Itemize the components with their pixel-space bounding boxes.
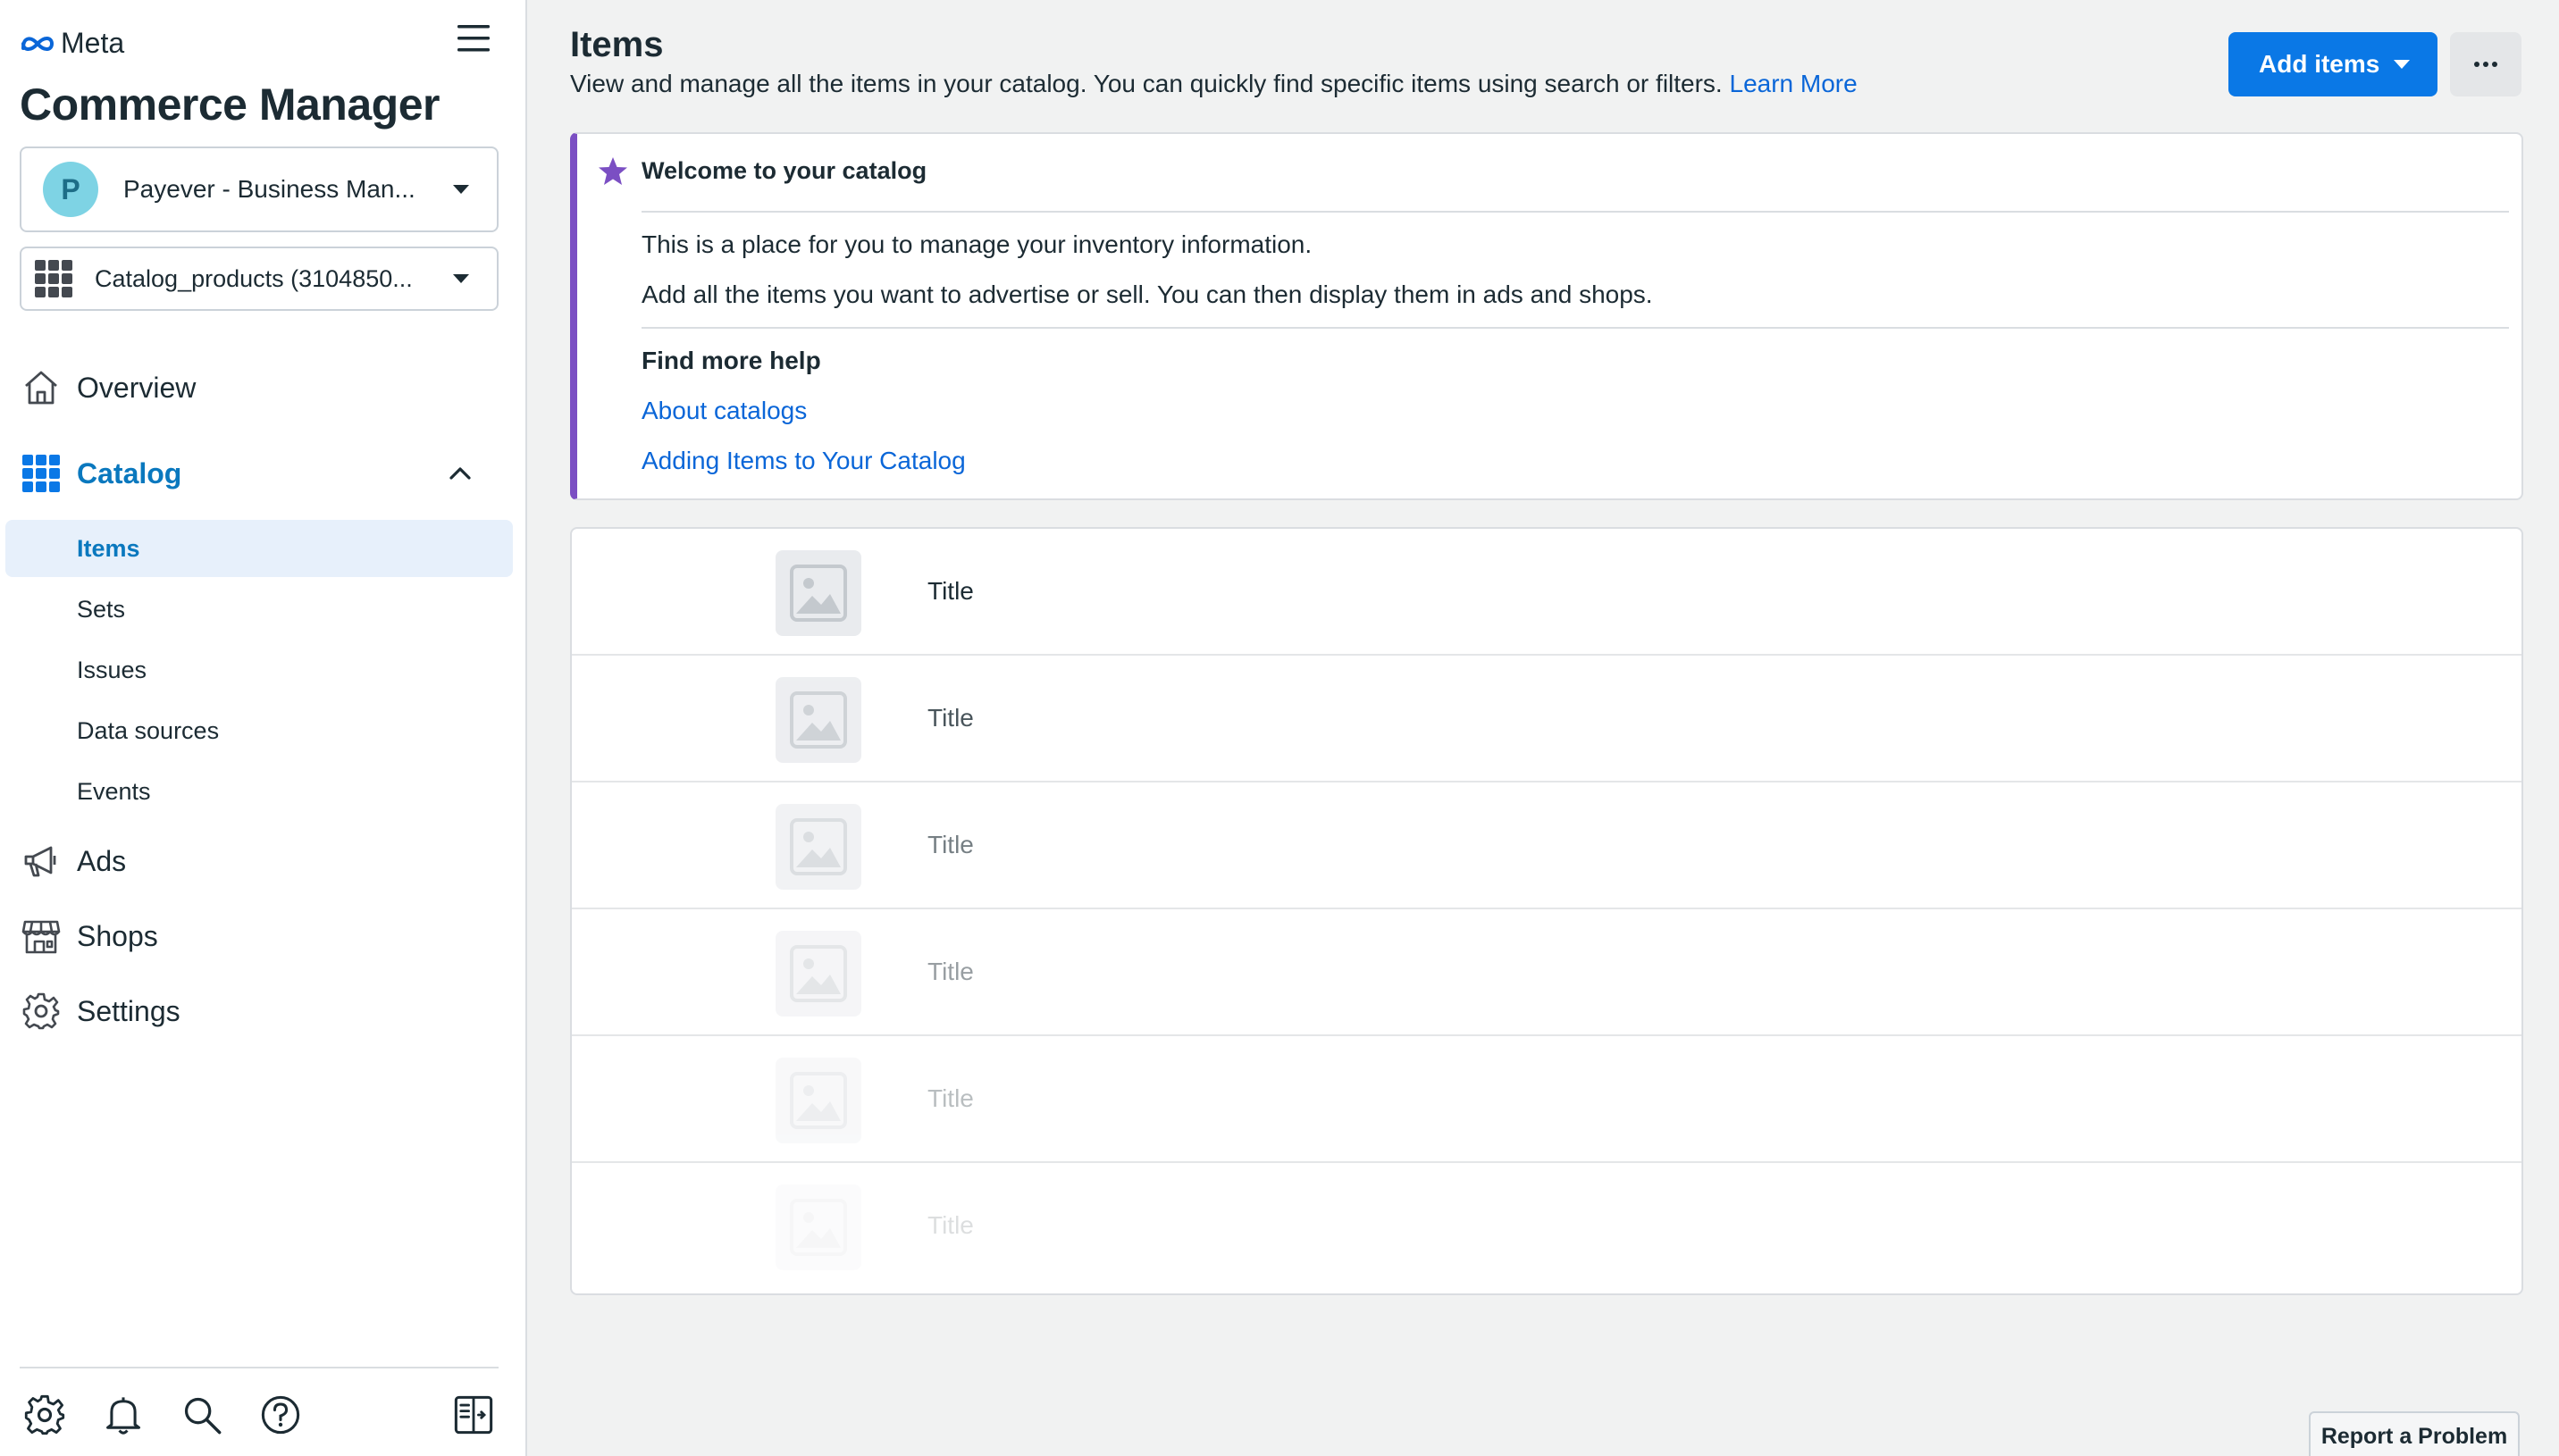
chevron-up-icon[interactable] <box>449 466 472 481</box>
list-item[interactable]: Title <box>572 529 2521 656</box>
gear-icon <box>22 992 60 1030</box>
caret-down-icon <box>453 185 469 194</box>
item-title: Title <box>927 704 974 732</box>
nav-shops-label: Shops <box>77 919 158 952</box>
home-icon <box>25 371 57 405</box>
welcome-line-2: Add all the items you want to advertise … <box>642 280 1653 308</box>
nav-ads[interactable]: Ads <box>0 834 527 888</box>
meta-infinity-icon <box>21 36 55 51</box>
item-title: Title <box>927 958 974 985</box>
sub-nav-items-label: Items <box>77 534 140 562</box>
add-items-button[interactable]: Add items <box>2228 32 2437 96</box>
main-content: Items View and manage all the items in y… <box>529 0 2559 1456</box>
list-item[interactable]: Title <box>572 1036 2521 1163</box>
image-placeholder-icon <box>790 691 847 749</box>
image-placeholder <box>776 550 861 636</box>
find-more-help-heading: Find more help <box>642 347 821 374</box>
image-placeholder-icon <box>790 565 847 622</box>
image-placeholder <box>776 804 861 890</box>
nav-catalog[interactable]: Catalog <box>0 447 527 500</box>
meta-logo[interactable]: Meta <box>20 27 124 60</box>
welcome-divider <box>642 327 2509 329</box>
item-title: Title <box>927 1084 974 1112</box>
nav-overview-label: Overview <box>77 371 197 404</box>
items-list: Title Title Title Title Title Title <box>570 527 2523 1295</box>
search-icon[interactable] <box>180 1393 223 1436</box>
page-description: View and manage all the items in your ca… <box>570 70 1858 98</box>
nav-shops[interactable]: Shops <box>0 909 527 963</box>
welcome-line-1: This is a place for you to manage your i… <box>642 230 1313 258</box>
image-placeholder <box>776 1058 861 1143</box>
brand-name: Meta <box>61 27 125 59</box>
add-items-label: Add items <box>2259 50 2380 78</box>
business-selector[interactable]: P Payever - Business Man... <box>20 146 499 232</box>
business-selector-label: Payever - Business Man... <box>123 175 415 203</box>
welcome-title: Welcome to your catalog <box>642 157 927 184</box>
page-description-text: View and manage all the items in your ca… <box>570 70 1723 97</box>
nav-settings-label: Settings <box>77 994 180 1027</box>
image-placeholder-icon <box>790 945 847 1002</box>
nav-catalog-label: Catalog <box>77 456 182 490</box>
caret-down-icon <box>453 274 469 283</box>
help-icon[interactable] <box>259 1393 302 1436</box>
sub-nav-sets[interactable]: Sets <box>5 581 513 638</box>
nav-overview[interactable]: Overview <box>0 361 527 414</box>
sub-nav-items[interactable]: Items <box>5 520 513 577</box>
sub-nav-issues[interactable]: Issues <box>5 641 513 699</box>
sub-nav-issues-label: Issues <box>77 656 147 683</box>
bell-icon[interactable] <box>102 1393 145 1436</box>
panel-toggle-icon[interactable] <box>452 1393 495 1436</box>
gear-icon[interactable] <box>23 1393 66 1436</box>
report-problem-button[interactable]: Report a Problem <box>2309 1411 2520 1456</box>
star-icon <box>599 157 627 185</box>
caret-down-icon <box>2394 60 2410 69</box>
sidebar-divider <box>20 1367 499 1368</box>
business-avatar: P <box>43 162 98 217</box>
shop-icon <box>21 920 61 954</box>
list-item[interactable]: Title <box>572 656 2521 782</box>
catalog-grid-icon <box>35 260 72 297</box>
catalog-selector[interactable]: Catalog_products (3104850... <box>20 247 499 311</box>
list-item[interactable]: Title <box>572 782 2521 909</box>
nav-ads-label: Ads <box>77 844 127 877</box>
catalog-selector-label: Catalog_products (3104850... <box>95 264 413 292</box>
sub-nav-data-sources[interactable]: Data sources <box>5 702 513 759</box>
list-item[interactable]: Title <box>572 909 2521 1036</box>
hamburger-menu-icon[interactable] <box>456 23 500 63</box>
item-title: Title <box>927 831 974 858</box>
catalog-grid-icon <box>22 455 60 492</box>
nav-settings[interactable]: Settings <box>0 984 527 1038</box>
image-placeholder <box>776 931 861 1017</box>
page-title: Items <box>570 25 664 64</box>
app-title: Commerce Manager <box>20 79 440 130</box>
item-title: Title <box>927 577 974 605</box>
sub-nav-events-label: Events <box>77 777 151 805</box>
sub-nav-events[interactable]: Events <box>5 763 513 820</box>
more-dots-icon <box>2474 62 2497 67</box>
learn-more-link[interactable]: Learn More <box>1730 70 1858 97</box>
sidebar: Meta Commerce Manager P Payever - Busine… <box>0 0 527 1456</box>
adding-items-link[interactable]: Adding Items to Your Catalog <box>642 447 966 475</box>
image-placeholder-icon <box>790 1199 847 1256</box>
item-title: Title <box>927 1211 974 1239</box>
welcome-card: Welcome to your catalog This is a place … <box>570 132 2523 500</box>
megaphone-icon <box>24 846 56 877</box>
list-item[interactable]: Title <box>572 1163 2521 1290</box>
image-placeholder-icon <box>790 818 847 875</box>
image-placeholder <box>776 1184 861 1270</box>
image-placeholder <box>776 677 861 763</box>
sub-nav-sets-label: Sets <box>77 595 126 623</box>
welcome-divider <box>642 211 2509 213</box>
sub-nav-data-sources-label: Data sources <box>77 716 220 744</box>
more-options-button[interactable] <box>2450 32 2521 96</box>
image-placeholder-icon <box>790 1072 847 1129</box>
about-catalogs-link[interactable]: About catalogs <box>642 397 807 425</box>
